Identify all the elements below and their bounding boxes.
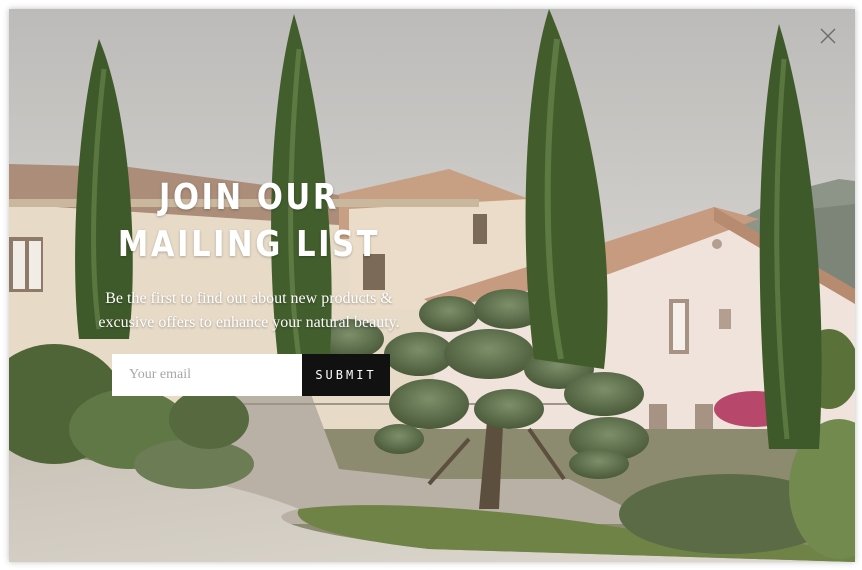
popup-heading-line2: MAILING LIST	[117, 224, 381, 265]
newsletter-popup: JOIN OUR MAILING LIST Be the first to fi…	[9, 9, 855, 562]
email-input[interactable]	[112, 354, 302, 396]
background-photo	[9, 9, 855, 562]
newsletter-form: SUBMIT	[112, 354, 390, 396]
submit-button[interactable]: SUBMIT	[302, 354, 390, 396]
popup-subtext: Be the first to find out about new produ…	[9, 287, 489, 335]
close-icon	[820, 28, 836, 44]
popup-subtext-line1: Be the first to find out about new produ…	[105, 290, 393, 307]
popup-subtext-line2: excusive offers to enhance your natural …	[98, 314, 400, 331]
popup-heading-line1: JOIN OUR	[159, 177, 339, 218]
close-button[interactable]	[817, 25, 839, 47]
